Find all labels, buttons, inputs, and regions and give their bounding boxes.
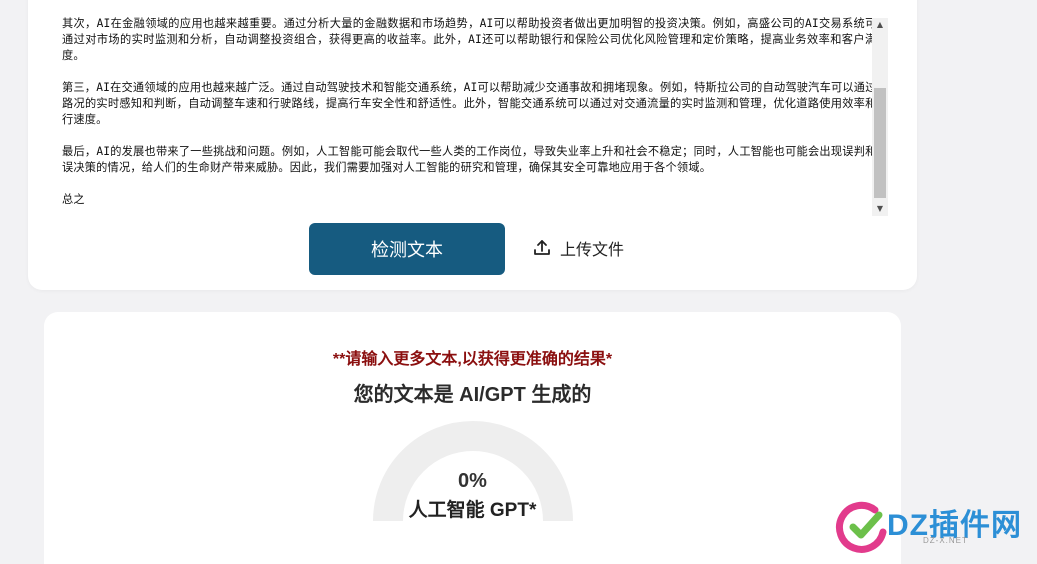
- text-paragraph: 最后，AI的发展也带来了一些挑战和问题。例如，人工智能可能会取代一些人类的工作岗…: [62, 145, 888, 174]
- more-text-warning: **请输入更多文本,以获得更准确的结果*: [332, 351, 613, 368]
- upload-file-label: 上传文件: [560, 242, 625, 259]
- text-input-card: 其次，AI在金融领域的应用也越来越重要。通过分析大量的金融数据和市场趋势，AI可…: [28, 0, 917, 290]
- result-title: 您的文本是 AI/GPT 生成的: [353, 384, 592, 406]
- site-watermark: DZ插件网 DZ-X.NET: [835, 498, 1025, 554]
- text-paragraph: 第三，AI在交通领域的应用也越来越广泛。通过自动驾驶技术和智能交通系统，AI可以…: [62, 81, 888, 126]
- result-card: **请输入更多文本,以获得更准确的结果* 您的文本是 AI/GPT 生成的 0%…: [44, 312, 901, 564]
- dz-logo-icon: [836, 501, 887, 553]
- text-paragraph: 其次，AI在金融领域的应用也越来越重要。通过分析大量的金融数据和市场趋势，AI可…: [62, 17, 888, 62]
- gauge-percentage: 0%: [458, 470, 487, 492]
- scroll-up-arrow-icon[interactable]: ▲: [872, 18, 888, 32]
- scrollbar-thumb[interactable]: [874, 88, 886, 198]
- scroll-down-arrow-icon[interactable]: ▼: [872, 202, 888, 216]
- gauge-label: 人工智能 GPT*: [408, 500, 537, 521]
- text-input-area[interactable]: 其次，AI在金融领域的应用也越来越重要。通过分析大量的金融数据和市场趋势，AI可…: [62, 16, 888, 216]
- text-paragraph: 总之: [62, 193, 85, 206]
- watermark-url: DZ-X.NET: [923, 536, 968, 545]
- upload-file-button[interactable]: 上传文件: [532, 235, 624, 261]
- text-scrollbar[interactable]: ▲ ▼: [872, 18, 888, 216]
- upload-icon: [534, 240, 550, 255]
- detect-text-button[interactable]: 检测文本: [309, 223, 505, 275]
